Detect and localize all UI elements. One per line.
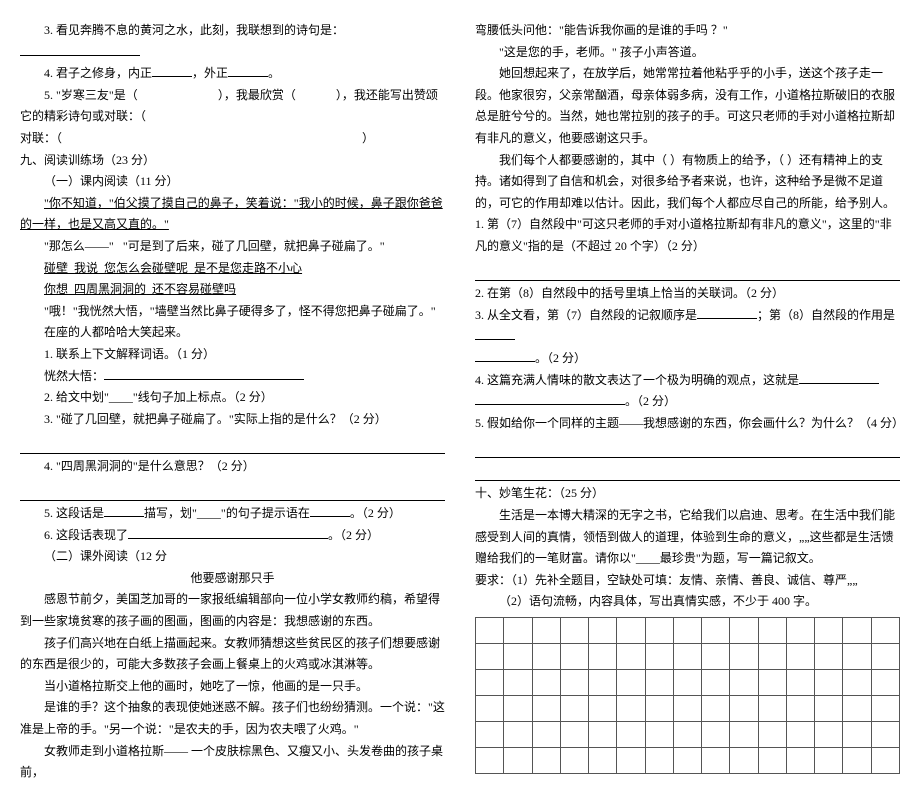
blank[interactable] xyxy=(104,379,304,380)
writing-grid[interactable] xyxy=(475,617,900,774)
right-q3: 3. 从全文看，第（7）自然段的记叙顺序是 ；第（8）自然段的作用是 xyxy=(475,305,900,348)
question-4: 4. 君子之修身，内正 ，外正 。 xyxy=(20,63,445,85)
p3a: 碰壁 xyxy=(44,261,68,275)
passage-line-3: 碰壁 我说 您怎么会碰壁呢 是不是您走路不小心 xyxy=(20,258,445,280)
section-9-2: （二）课外阅读（12 分 xyxy=(20,546,445,568)
essay-p5: 女教师走到小道格拉斯—— 一个皮肤棕黑色、又瘦又小、头发卷曲的孩子桌前， xyxy=(20,741,445,784)
blank[interactable] xyxy=(475,404,625,405)
answer-line[interactable] xyxy=(475,260,900,282)
question-3: 3. 看见奔腾不息的黄河之水，此刻，我联想到的诗句是： xyxy=(20,20,445,63)
p3d: 是不是您走路不小心 xyxy=(194,261,302,275)
q1a-label: 恍然大悟： xyxy=(44,369,104,383)
p3b: 我说 xyxy=(74,261,98,275)
blank[interactable] xyxy=(310,516,350,517)
rq3c: 。（2 分） xyxy=(535,351,586,365)
sub-q6: 6. 这段话表现了 。（2 分） xyxy=(20,525,445,547)
q4c: 。 xyxy=(268,66,280,80)
essay-p6: 弯腰低头问他："能告诉我你画的是谁的手吗 ？" xyxy=(475,20,900,42)
q3-text: 3. 看见奔腾不息的黄河之水，此刻，我联想到的诗句是： xyxy=(44,23,344,37)
passage-line-1: "你不知道，"伯父摸了摸自己的鼻子，笑着说："我小的时候，鼻子跟你爸爸的一样，也… xyxy=(20,193,445,236)
answer-line[interactable] xyxy=(475,460,900,482)
right-q4-cont: 。（2 分） xyxy=(475,391,900,413)
p4c: 还不容易碰壁吗 xyxy=(152,282,236,296)
question-5: 5. "岁寒三友"是（），我最欣赏（），我还能写出赞颂它的精彩诗句或对联：（ xyxy=(20,85,445,128)
sub-q2: 2. 给文中划"____"线句子加上标点。（2 分） xyxy=(20,387,445,409)
answer-line[interactable] xyxy=(475,436,900,458)
p4b: 四周黑洞洞的 xyxy=(74,282,146,296)
q4b: ，外正 xyxy=(192,66,228,80)
right-q2: 2. 在第（8）自然段中的括号里填上恰当的关联词。（2 分） xyxy=(475,283,900,305)
sub-q4: 4. "四周黑洞洞的"是什么意思？（2 分） xyxy=(20,456,445,478)
essay-p2: 孩子们高兴地在白纸上描画起来。女教师猜想这些贫民区的孩子们想要感谢的东西是很少的… xyxy=(20,633,445,676)
essay-p8: 她回想起来了，在放学后，她常常拉着他粘乎乎的小手，送这个孩子走一段。他家很穷，父… xyxy=(475,63,900,149)
essay-p4: 是谁的手？这个抽象的表现使她迷惑不解。孩子们也纷纷猜测。一个说："这准是上帝的手… xyxy=(20,697,445,740)
section-9-1: （一）课内阅读（11 分） xyxy=(20,171,445,193)
sub-q3: 3. "碰了几回壁，就把鼻子碰扁了。"实际上指的是什么？（2 分） xyxy=(20,409,445,431)
essay-p9: 我们每个人都要感谢的，其中（ ）有物质上的给予，（ ）还有精神上的支持。诸如得到… xyxy=(475,150,900,215)
q4a: 4. 君子之修身，内正 xyxy=(44,66,152,80)
comp-req1: 要求：（1）先补全题目，空缺处可填：友情、亲情、善良、诚信、尊严„„ xyxy=(475,570,900,592)
q5bb: 描写，划"____"的句子提示语在 xyxy=(144,506,310,520)
blank[interactable] xyxy=(20,55,140,56)
passage-line-5: "哦！"我恍然大悟，"墙壁当然比鼻子硬得多了，怪不得您把鼻子碰扁了。" xyxy=(20,301,445,323)
essay-p1: 感恩节前夕，美国芝加哥的一家报纸编辑部向一位小学女教师约稿，希望得到一些家境贫寒… xyxy=(20,589,445,632)
blank[interactable] xyxy=(104,516,144,517)
sub-q5: 5. 这段话是 描写，划"____"的句子提示语在 。（2 分） xyxy=(20,503,445,525)
q5b: ），我最欣赏（ xyxy=(218,88,296,102)
q5a: 5. "岁寒三友"是（ xyxy=(44,88,138,102)
passage-line-4: 你想 四周黑洞洞的 还不容易碰壁吗 xyxy=(20,279,445,301)
sub-q1-a: 恍然大悟： xyxy=(20,366,445,388)
q5ba: 5. 这段话是 xyxy=(44,506,104,520)
passage-line-2: "那怎么——" "可是到了后来，碰了几回壁，就把鼻子碰扁了。" xyxy=(20,236,445,258)
blank[interactable] xyxy=(799,383,879,384)
right-q5: 5. 假如给你一个同样的主题——我想感谢的东西，你会画什么？为什么？（4 分） xyxy=(475,413,900,435)
blank[interactable] xyxy=(152,76,192,77)
q5d: ） xyxy=(362,131,374,145)
section-10: 十、妙笔生花：（25 分） xyxy=(475,483,900,505)
p2a: "那怎么——" xyxy=(44,239,114,253)
essay-p3: 当小道格拉斯交上他的画时，她吃了一惊，他画的是一只手。 xyxy=(20,676,445,698)
p4a: 你想 xyxy=(44,282,68,296)
blank[interactable] xyxy=(697,318,757,319)
essay-p7: "这是您的手，老师。" 孩子小声答道。 xyxy=(475,42,900,64)
q6b: 。（2 分） xyxy=(328,528,379,542)
blank[interactable] xyxy=(475,339,515,340)
answer-line[interactable] xyxy=(20,479,445,501)
right-q3-cont: 。（2 分） xyxy=(475,348,900,370)
comp-prompt: 生活是一本博大精深的无字之书，它给我们以启迪、思考。在生活中我们能感受到人间的真… xyxy=(475,505,900,570)
rq3b: ；第（8）自然段的作用是 xyxy=(757,308,895,322)
q6a: 6. 这段话表现了 xyxy=(44,528,128,542)
rq3a: 3. 从全文看，第（7）自然段的记叙顺序是 xyxy=(475,308,697,322)
section-9: 九、阅读训练场（23 分） xyxy=(20,150,445,172)
rq4b: 。（2 分） xyxy=(625,394,676,408)
sub-q1: 1. 联系上下文解释词语。（1 分） xyxy=(20,344,445,366)
p2b: "可是到了后来，碰了几回壁，就把鼻子碰扁了。" xyxy=(123,239,385,253)
blank[interactable] xyxy=(228,76,268,77)
essay-title-2: 他要感谢那只手 xyxy=(20,568,445,590)
right-q1: 1. 第（7）自然段中"可这只老师的手对小道格拉斯却有非凡的意义"，这里的"非凡… xyxy=(475,214,900,257)
blank[interactable] xyxy=(128,538,328,539)
q5bc: 。（2 分） xyxy=(350,506,401,520)
answer-line[interactable] xyxy=(20,432,445,454)
blank[interactable] xyxy=(475,361,535,362)
p3c: 您怎么会碰壁呢 xyxy=(104,261,188,275)
comp-req2: （2）语句流畅，内容具体，写出真情实感，不少于 400 字。 xyxy=(475,591,900,613)
rq4a: 4. 这篇充满人情味的散文表达了一个极为明确的观点，这就是 xyxy=(475,373,799,387)
right-q4: 4. 这篇充满人情味的散文表达了一个极为明确的观点，这就是 xyxy=(475,370,900,392)
q5-cont: 对联：（） xyxy=(20,128,445,150)
passage-line-6: 在座的人都哈哈大笑起来。 xyxy=(20,322,445,344)
